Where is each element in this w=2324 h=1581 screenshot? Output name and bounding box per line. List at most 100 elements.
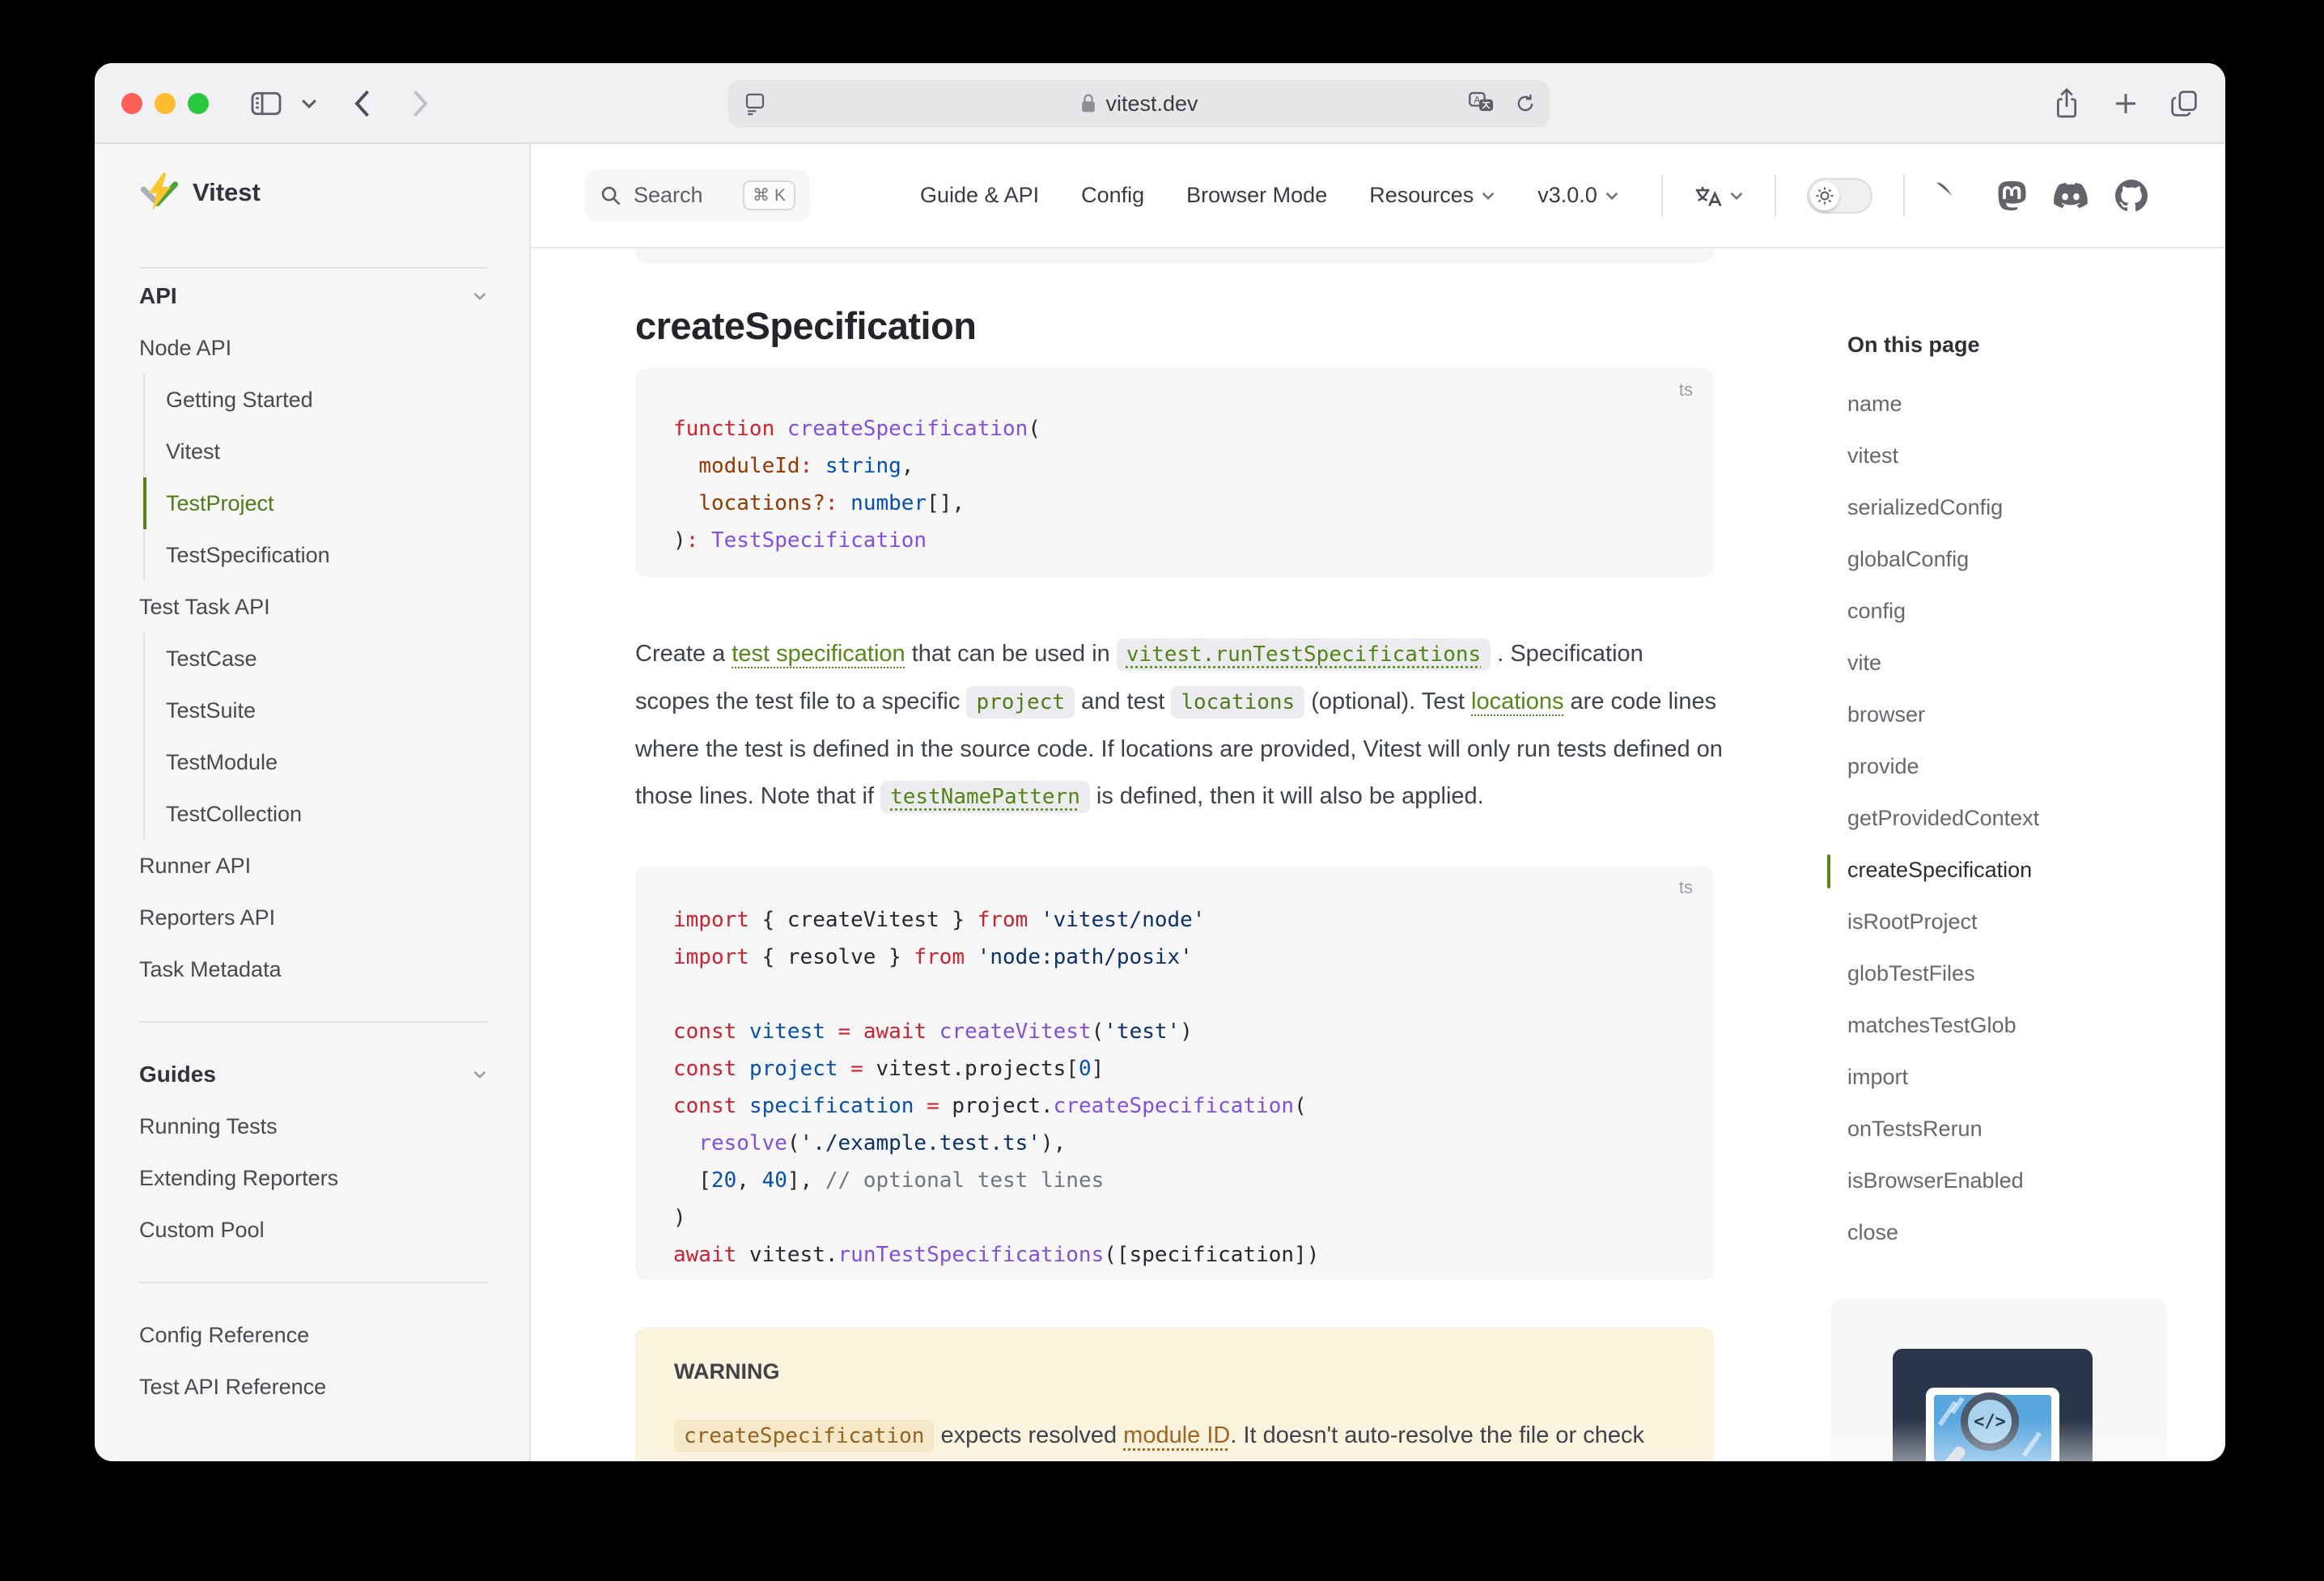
outline-item-getprovidedcontext[interactable]: getProvidedContext <box>1847 792 2195 844</box>
sidebar-toggle-icon[interactable] <box>248 63 284 144</box>
inline-link[interactable]: module ID <box>1123 1422 1230 1448</box>
mastodon-icon[interactable] <box>1995 180 2026 212</box>
sidebar-item-label: Guides <box>139 1062 216 1087</box>
outline-item-close[interactable]: close <box>1847 1206 2195 1258</box>
code-line: import { createVitest } from 'vitest/nod… <box>673 901 1714 939</box>
search-placeholder: Search <box>634 183 703 208</box>
sidebar-item-testproject[interactable]: TestProject <box>143 477 487 529</box>
sidebar-item-task-metadata[interactable]: Task Metadata <box>139 943 487 995</box>
url-text: vitest.dev <box>1105 91 1198 117</box>
sidebar-item-testspecification[interactable]: TestSpecification <box>143 529 487 581</box>
outline-item-matchestestglob[interactable]: matchesTestGlob <box>1847 999 2195 1051</box>
text-segment: that can be used in <box>905 641 1117 667</box>
sidebar-item-vitest[interactable]: Vitest <box>143 426 487 477</box>
outline-item-config[interactable]: config <box>1847 585 2195 637</box>
code-block-example[interactable]: ts import { createVitest } from 'vitest/… <box>635 866 1714 1280</box>
sidebar-item-testmodule[interactable]: TestModule <box>143 736 487 788</box>
sidebar-item-testsuite[interactable]: TestSuite <box>143 685 487 736</box>
description-paragraph: Create a test specification that can be … <box>635 630 1724 820</box>
nav-link-browser-mode[interactable]: Browser Mode <box>1186 183 1327 208</box>
sidebar-item-getting-started[interactable]: Getting Started <box>143 374 487 426</box>
minimize-window-button[interactable] <box>155 93 176 114</box>
share-icon[interactable] <box>2049 63 2084 144</box>
sidebar-item-guides[interactable]: Guides <box>139 1049 487 1100</box>
text-segment: expects resolved <box>934 1422 1123 1448</box>
sidebar-item-label: Test Task API <box>139 595 270 620</box>
inline-link[interactable]: vitest.runTestSpecifications <box>1117 638 1491 671</box>
warning-title: WARNING <box>674 1359 1675 1384</box>
nav-link-config[interactable]: Config <box>1081 183 1144 208</box>
sidebar-item-node-api[interactable]: Node API <box>139 322 487 374</box>
code-line: await vitest.runTestSpecifications([spec… <box>673 1236 1714 1274</box>
chevron-down-icon <box>473 1070 487 1079</box>
language-menu[interactable] <box>1694 182 1744 210</box>
nav-link-v3-0-0[interactable]: v3.0.0 <box>1537 183 1619 208</box>
sidebar-item-testcollection[interactable]: TestCollection <box>143 788 487 840</box>
nav-link-resources[interactable]: Resources <box>1369 183 1495 208</box>
code-block-signature[interactable]: ts function createSpecification( moduleI… <box>635 368 1714 577</box>
translate-icon[interactable]: A <box>1469 91 1496 116</box>
chevron-down-icon <box>1605 191 1619 201</box>
close-window-button[interactable] <box>121 93 142 114</box>
outline-item-ontestsrerun[interactable]: onTestsRerun <box>1847 1103 2195 1155</box>
outline-item-vitest[interactable]: vitest <box>1847 430 2195 481</box>
outline-item-import[interactable]: import <box>1847 1051 2195 1103</box>
inline-code: locations <box>1171 686 1304 718</box>
sidebar-item-test-api-reference[interactable]: Test API Reference <box>139 1361 487 1413</box>
sidebar-item-testcase[interactable]: TestCase <box>143 633 487 685</box>
zoom-window-button[interactable] <box>188 93 209 114</box>
sidebar-nav: APINode APIGetting StartedVitestTestProj… <box>139 267 487 1413</box>
vitest-logo[interactable]: Vitest <box>139 172 261 213</box>
inline-link[interactable]: testNamePattern <box>880 781 1090 813</box>
outline-item-provide[interactable]: provide <box>1847 740 2195 792</box>
chevron-down-icon <box>1481 191 1495 201</box>
outline-item-globtestfiles[interactable]: globTestFiles <box>1847 947 2195 999</box>
code-line: const project = vitest.projects[0] <box>673 1050 1714 1087</box>
outline-item-serializedconfig[interactable]: serializedConfig <box>1847 481 2195 533</box>
back-button[interactable] <box>344 63 380 144</box>
warning-callout: WARNING createSpecification expects reso… <box>635 1327 1714 1461</box>
forward-button[interactable] <box>403 63 439 144</box>
sidebar-item-running-tests[interactable]: Running Tests <box>139 1100 487 1152</box>
chevron-down-icon <box>473 291 487 301</box>
outline-item-isrootproject[interactable]: isRootProject <box>1847 896 2195 947</box>
bluesky-icon[interactable] <box>1936 181 1968 210</box>
sidebar-item-custom-pool[interactable]: Custom Pool <box>139 1204 487 1256</box>
code-line: const vitest = await createVitest('test'… <box>673 1013 1714 1050</box>
outline-item-globalconfig[interactable]: globalConfig <box>1847 533 2195 585</box>
sidebar-item-test-task-api[interactable]: Test Task API <box>139 581 487 633</box>
outline-item-browser[interactable]: browser <box>1847 689 2195 740</box>
nav-link-guide-api[interactable]: Guide & API <box>920 183 1039 208</box>
nav-divider <box>1903 175 1905 217</box>
discord-icon[interactable] <box>2054 182 2088 210</box>
outline-item-vite[interactable]: vite <box>1847 637 2195 689</box>
search-icon <box>600 184 622 207</box>
sidebar-item-api[interactable]: API <box>139 270 487 322</box>
sidebar-item-label: TestModule <box>166 750 278 775</box>
sidebar-item-reporters-api[interactable]: Reporters API <box>139 892 487 943</box>
tab-overview-icon[interactable] <box>2166 63 2202 144</box>
outline-item-isbrowserenabled[interactable]: isBrowserEnabled <box>1847 1155 2195 1206</box>
nav-items: Guide & API Config Browser Mode Resources v3… <box>920 144 2148 247</box>
theme-toggle[interactable] <box>1807 178 1872 214</box>
previous-code-block-tail <box>635 248 1714 263</box>
outline-item-createspecification[interactable]: createSpecification <box>1847 844 2195 896</box>
code-line: ): TestSpecification <box>673 522 1714 559</box>
outline-item-name[interactable]: name <box>1847 378 2195 430</box>
code-line: function createSpecification( <box>673 410 1714 447</box>
sidebar-menu-chevron-icon[interactable] <box>295 63 323 144</box>
sidebar-item-config-reference[interactable]: Config Reference <box>139 1309 487 1361</box>
address-bar[interactable]: vitest.dev A <box>728 80 1550 127</box>
sidebar-item-extending-reporters[interactable]: Extending Reporters <box>139 1152 487 1204</box>
inline-link[interactable]: locations <box>1471 689 1563 714</box>
inline-link[interactable]: test specification <box>732 641 905 667</box>
search-input[interactable]: Search ⌘ K <box>585 170 810 221</box>
code-line: locations?: number[], <box>673 485 1714 522</box>
reload-icon[interactable] <box>1514 92 1537 115</box>
sidebar-item-runner-api[interactable]: Runner API <box>139 840 487 892</box>
github-icon[interactable] <box>2115 180 2148 212</box>
lock-icon <box>1079 93 1097 114</box>
sponsor-card[interactable]: </> <box>1831 1299 2167 1461</box>
new-tab-icon[interactable] <box>2108 63 2144 144</box>
page-title: createSpecification <box>635 303 977 348</box>
